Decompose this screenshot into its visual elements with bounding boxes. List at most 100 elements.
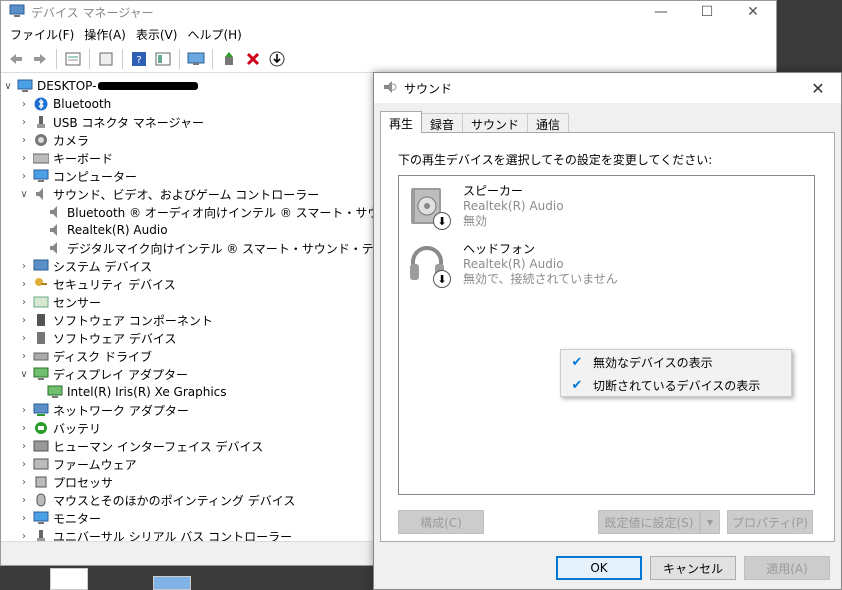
cancel-button[interactable]: キャンセル <box>650 556 736 580</box>
tab-sounds[interactable]: サウンド <box>462 113 529 133</box>
update-driver-icon[interactable] <box>218 48 240 70</box>
menu-bar: ファイル(F) 操作(A) 表示(V) ヘルプ(H) <box>1 23 776 45</box>
tree-item-label: Realtek(R) Audio <box>67 223 168 237</box>
properties-button[interactable]: プロパティ(P) <box>727 510 813 534</box>
chevron-right-icon[interactable]: › <box>17 171 31 182</box>
tab-strip: 再生 録音 サウンド 通信 <box>380 111 570 133</box>
window-title: デバイス マネージャー <box>31 5 154 20</box>
tree-item-label: コンピューター <box>53 169 138 184</box>
tree-item-label: ネットワーク アダプター <box>53 403 189 418</box>
chevron-down-icon[interactable]: ∨ <box>17 189 31 200</box>
menu-item-show-disabled[interactable]: ✔ 無効なデバイスの表示 <box>561 351 791 373</box>
chevron-right-icon[interactable]: › <box>17 477 31 488</box>
chevron-right-icon[interactable]: › <box>17 495 31 506</box>
display-icon <box>33 367 49 381</box>
chevron-right-icon[interactable]: › <box>17 513 31 524</box>
device-list[interactable]: ⬇ スピーカー Realtek(R) Audio 無効 ⬇ ヘッドフォン Rea… <box>398 175 815 495</box>
dialog-title: サウンド <box>404 81 453 96</box>
tab-recording[interactable]: 録音 <box>421 113 464 133</box>
chevron-right-icon[interactable]: › <box>17 261 31 272</box>
configure-button[interactable]: 構成(C) <box>398 510 484 534</box>
properties-icon[interactable] <box>62 48 84 70</box>
component-icon <box>33 313 49 327</box>
show-hidden-icon[interactable] <box>95 48 117 70</box>
speaker-device-icon: ⬇ <box>407 184 453 232</box>
help-icon[interactable]: ? <box>128 48 150 70</box>
chevron-right-icon[interactable]: › <box>17 351 31 362</box>
back-arrow-icon[interactable] <box>5 48 27 70</box>
uninstall-red-x-icon[interactable] <box>242 48 264 70</box>
chevron-down-icon[interactable]: ∨ <box>17 369 31 380</box>
network-icon <box>33 403 49 417</box>
context-menu: ✔ 無効なデバイスの表示 ✔ 切断されているデバイスの表示 <box>560 349 792 397</box>
close-button[interactable]: ✕ <box>730 1 776 23</box>
tree-item-label: マウスとそのほかのポインティング デバイス <box>53 493 296 508</box>
dialog-close-button[interactable]: ✕ <box>795 73 841 103</box>
tree-item-label: キーボード <box>53 151 114 166</box>
dialog-title-bar: サウンド <box>374 73 841 103</box>
keyboard-icon <box>33 151 49 165</box>
maximize-button[interactable]: ☐ <box>684 1 730 23</box>
chevron-right-icon[interactable]: › <box>17 459 31 470</box>
usb-icon <box>33 529 49 541</box>
minimize-button[interactable]: — <box>638 1 684 23</box>
chevron-right-icon[interactable]: › <box>17 333 31 344</box>
set-default-dropdown-chevron-icon[interactable]: ▾ <box>700 510 720 534</box>
apply-button[interactable]: 適用(A) <box>744 556 830 580</box>
chevron-right-icon[interactable]: › <box>17 279 31 290</box>
sound-dialog: サウンド ✕ 再生 録音 サウンド 通信 下の再生デバイスを選択してその設定を変… <box>373 72 842 590</box>
panel-icon[interactable] <box>152 48 174 70</box>
camera-icon <box>33 133 49 147</box>
tree-item-label: セキュリティ デバイス <box>53 277 176 292</box>
tree-item-label: プロセッサ <box>53 475 114 490</box>
chevron-down-icon[interactable]: ∨ <box>1 81 15 92</box>
chevron-right-icon[interactable]: › <box>17 99 31 110</box>
tree-root-label: DESKTOP- <box>37 79 97 93</box>
sensor-icon <box>33 295 49 309</box>
speaker-icon <box>33 187 49 201</box>
chevron-right-icon[interactable]: › <box>17 405 31 416</box>
tab-playback[interactable]: 再生 <box>380 111 423 133</box>
menu-help[interactable]: ヘルプ(H) <box>182 26 246 43</box>
menu-action[interactable]: 操作(A) <box>79 26 131 43</box>
tree-item-label: モニター <box>53 511 102 526</box>
set-default-button[interactable]: 既定値に設定(S) <box>598 510 700 534</box>
chevron-right-icon[interactable]: › <box>17 531 31 542</box>
chevron-right-icon[interactable]: › <box>17 315 31 326</box>
monitor-scan-icon[interactable] <box>185 48 207 70</box>
menu-item-label: 無効なデバイスの表示 <box>593 355 713 370</box>
list-item-speaker[interactable]: ⬇ スピーカー Realtek(R) Audio 無効 <box>407 184 564 232</box>
computer-icon <box>33 169 49 183</box>
tree-item-label: ディスプレイ アダプター <box>53 367 188 382</box>
speaker-icon <box>47 241 63 255</box>
computer-icon <box>17 79 33 93</box>
device-icon <box>33 331 49 345</box>
speaker-icon <box>47 205 63 219</box>
chevron-right-icon[interactable]: › <box>17 441 31 452</box>
menu-file[interactable]: ファイル(F) <box>5 26 79 43</box>
chevron-right-icon[interactable]: › <box>17 117 31 128</box>
toolbar: ? <box>1 45 776 73</box>
menu-item-show-disconnected[interactable]: ✔ 切断されているデバイスの表示 <box>561 374 791 396</box>
ok-button[interactable]: OK <box>556 556 642 580</box>
tree-item-label: Bluetooth <box>53 97 112 111</box>
cpu-icon <box>33 475 49 489</box>
chevron-right-icon[interactable]: › <box>17 297 31 308</box>
chevron-right-icon[interactable]: › <box>17 135 31 146</box>
menu-view[interactable]: 表示(V) <box>131 26 183 43</box>
device-manager-icon <box>9 4 25 21</box>
list-item-headphones[interactable]: ⬇ ヘッドフォン Realtek(R) Audio 無効で、接続されていません <box>407 242 618 290</box>
tab-communications[interactable]: 通信 <box>527 113 570 133</box>
firmware-icon <box>33 457 49 471</box>
taskbar-thumbnail[interactable] <box>50 568 88 590</box>
device-status: 無効 <box>463 214 488 228</box>
download-circle-icon[interactable] <box>266 48 288 70</box>
redaction-mark <box>98 82 199 90</box>
taskbar-thumbnail[interactable] <box>153 576 191 590</box>
tree-item-label: バッテリ <box>53 421 102 436</box>
tree-item-label: ユニバーサル シリアル バス コントローラー <box>53 529 293 542</box>
hid-icon <box>33 439 49 453</box>
chevron-right-icon[interactable]: › <box>17 153 31 164</box>
forward-arrow-icon[interactable] <box>29 48 51 70</box>
chevron-right-icon[interactable]: › <box>17 423 31 434</box>
